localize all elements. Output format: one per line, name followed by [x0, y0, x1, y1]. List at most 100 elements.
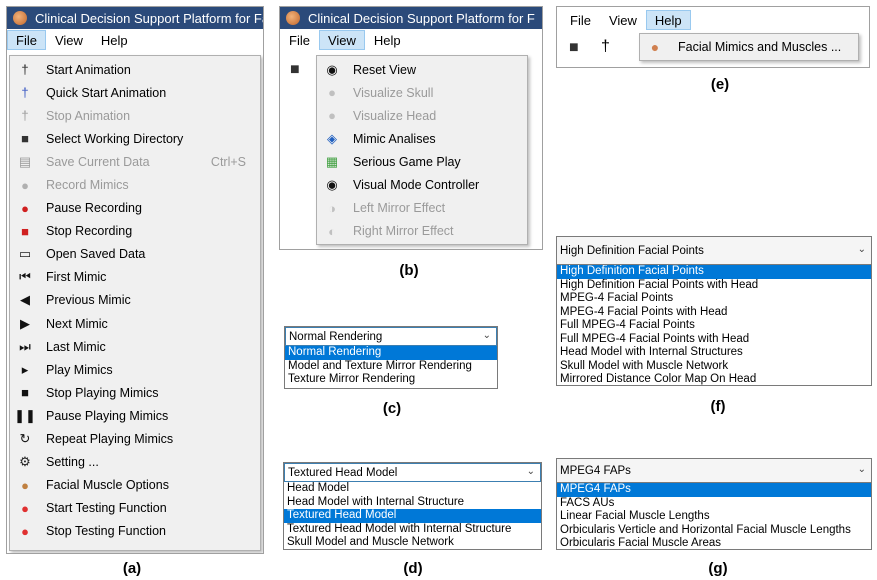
menu-item[interactable]: † Start Animation	[10, 58, 260, 81]
menu-item[interactable]: ■ Stop Recording	[10, 220, 260, 243]
running-figure-icon: †	[21, 62, 29, 78]
menu-item-label: Select Working Directory	[46, 131, 184, 146]
menubar: File View Help	[7, 29, 263, 51]
caption-e: (e)	[710, 76, 730, 93]
select-option[interactable]: MPEG4 FAPs	[557, 483, 871, 497]
select-option[interactable]: Texture Mirror Rendering	[285, 373, 497, 387]
menu-item-label: Left Mirror Effect	[353, 201, 446, 216]
select-option[interactable]: Head Model	[284, 482, 541, 496]
menu-file[interactable]: File	[561, 10, 600, 30]
menu-item[interactable]: ● Facial Muscle Options	[10, 474, 260, 497]
menu-item-label: Stop Playing Mimics	[46, 385, 159, 400]
eye-glasses-icon: ◉	[326, 61, 338, 77]
menu-help[interactable]: Help	[92, 30, 137, 50]
menu-item-label: Right Mirror Effect	[353, 224, 454, 239]
select-option[interactable]: Orbicularis Verticle and Horizontal Faci…	[557, 524, 871, 538]
rendering-mode-select: Normal Rendering ⌄ Normal Rendering Model…	[284, 326, 498, 389]
window-title: Clinical Decision Support Platform for F	[308, 10, 535, 26]
test-stop-icon: ●	[21, 523, 29, 539]
facial-points-select-field[interactable]: High Definition Facial Points ⌄	[557, 237, 871, 265]
select-option[interactable]: Mirrored Distance Color Map On Head	[557, 373, 871, 387]
face-muscle-icon: ●	[650, 39, 660, 55]
select-option[interactable]: Model and Texture Mirror Rendering	[285, 360, 497, 374]
menu-help[interactable]: Help	[645, 10, 691, 30]
menu-item[interactable]: ⏭ Last Mimic	[10, 335, 260, 358]
select-option[interactable]: Skull Model with Muscle Network	[557, 360, 871, 374]
menu-item[interactable]: ■ Stop Playing Mimics	[10, 381, 260, 404]
menu-item[interactable]: ● Stop Testing Function	[10, 520, 260, 543]
select-option[interactable]: Linear Facial Muscle Lengths	[557, 510, 871, 524]
pause-recording-icon: ●	[21, 200, 29, 216]
select-option[interactable]: MPEG-4 Facial Points	[557, 292, 871, 306]
select-option[interactable]: Textured Head Model with Internal Struct…	[284, 523, 541, 537]
menu-item-label: Visualize Head	[353, 108, 437, 123]
menu-item-label: Setting ...	[46, 455, 99, 470]
select-option[interactable]: High Definition Facial Points	[557, 265, 871, 279]
menu-item-label: Record Mimics	[46, 178, 129, 193]
chevron-down-icon: ⌄	[857, 464, 866, 475]
menu-item: ● Record Mimics	[10, 173, 260, 196]
select-option[interactable]: MPEG-4 Facial Points with Head	[557, 306, 871, 320]
menu-item[interactable]: ■ Select Working Directory	[10, 127, 260, 150]
menu-item-label: Quick Start Animation	[46, 85, 167, 100]
menu-view[interactable]: View	[318, 30, 365, 50]
menu-item[interactable]: ◉ Reset View	[317, 58, 527, 81]
select-option[interactable]: Head Model with Internal Structure	[284, 496, 541, 510]
stop-run-icon: †	[21, 108, 29, 124]
right-mirror-icon: ◐	[328, 223, 336, 239]
menu-item[interactable]: ⏮ First Mimic	[10, 266, 260, 289]
help-menu-dropdown: ● Facial Mimics and Muscles ...	[639, 33, 859, 61]
select-option[interactable]: Normal Rendering	[285, 346, 497, 360]
analysis-metric-select-field[interactable]: MPEG4 FAPs ⌄	[557, 459, 871, 483]
options-list: Normal Rendering Model and Texture Mirror…	[285, 346, 497, 387]
menu-item[interactable]: ⚙ Setting ...	[10, 451, 260, 474]
toolbar-folder-icon[interactable]: ■	[569, 39, 579, 57]
menu-item[interactable]: ◀ Previous Mimic	[10, 289, 260, 312]
menu-view[interactable]: View	[600, 10, 646, 30]
select-option[interactable]: High Definition Facial Points with Head	[557, 279, 871, 293]
menubar: File View Help	[280, 29, 542, 51]
select-option[interactable]: Skull Model and Muscle Network	[284, 536, 541, 550]
play-icon: ▸	[21, 361, 29, 377]
toolbar-folder-icon[interactable]: ■	[290, 61, 300, 79]
menu-item[interactable]: ● Start Testing Function	[10, 497, 260, 520]
selected-value: High Definition Facial Points	[560, 244, 704, 257]
open-folder-icon: ▭	[18, 246, 32, 262]
menu-help[interactable]: Help	[365, 30, 410, 50]
menu-item-label: Start Animation	[46, 62, 131, 77]
menu-item[interactable]: ↻ Repeat Playing Mimics	[10, 428, 260, 451]
select-option[interactable]: Textured Head Model	[284, 509, 541, 523]
menu-item[interactable]: ▦ Serious Game Play	[317, 150, 527, 173]
select-option[interactable]: Head Model with Internal Structures	[557, 346, 871, 360]
menu-item-label: Next Mimic	[46, 316, 108, 331]
selected-value: Textured Head Model	[288, 466, 398, 479]
menu-item[interactable]: ▸ Play Mimics	[10, 358, 260, 381]
menu-item[interactable]: ▭ Open Saved Data	[10, 243, 260, 266]
menu-item[interactable]: ▶ Next Mimic	[10, 312, 260, 335]
select-option[interactable]: Full MPEG-4 Facial Points	[557, 319, 871, 333]
menu-item[interactable]: ◉ Visual Mode Controller	[317, 173, 527, 196]
first-mimic-icon: ⏮	[19, 269, 31, 285]
menu-item[interactable]: ● Pause Recording	[10, 197, 260, 220]
menu-view[interactable]: View	[46, 30, 92, 50]
menu-item[interactable]: ❚❚ Pause Playing Mimics	[10, 404, 260, 427]
head-model-select-field[interactable]: Textured Head Model ⌄	[284, 463, 541, 482]
toolbar-running-figure-icon[interactable]: †	[601, 38, 610, 56]
menu-item: † Stop Animation	[10, 104, 260, 127]
menu-file[interactable]: File	[280, 30, 319, 50]
select-option[interactable]: Full MPEG-4 Facial Points with Head	[557, 333, 871, 347]
previous-mimic-icon: ◀	[20, 292, 30, 308]
menubar: File View Help	[557, 7, 869, 33]
select-option[interactable]: FACS AUs	[557, 497, 871, 511]
selected-value: Normal Rendering	[289, 330, 383, 343]
menu-item[interactable]: ◈ Mimic Analises	[317, 127, 527, 150]
app-logo-icon	[286, 11, 300, 25]
facial-mimics-menu-item[interactable]: Facial Mimics and Muscles ...	[670, 40, 841, 54]
menu-item-label: Last Mimic	[46, 339, 106, 354]
rendering-select-field[interactable]: Normal Rendering ⌄	[285, 327, 497, 346]
menu-item-label: Reset View	[353, 62, 416, 77]
select-option[interactable]: Orbicularis Facial Muscle Areas	[557, 537, 871, 551]
menu-item[interactable]: † Quick Start Animation	[10, 81, 260, 104]
analysis-metric-select: MPEG4 FAPs ⌄ MPEG4 FAPs FACS AUs Linear Fa…	[556, 458, 872, 550]
menu-file[interactable]: File	[7, 30, 46, 50]
